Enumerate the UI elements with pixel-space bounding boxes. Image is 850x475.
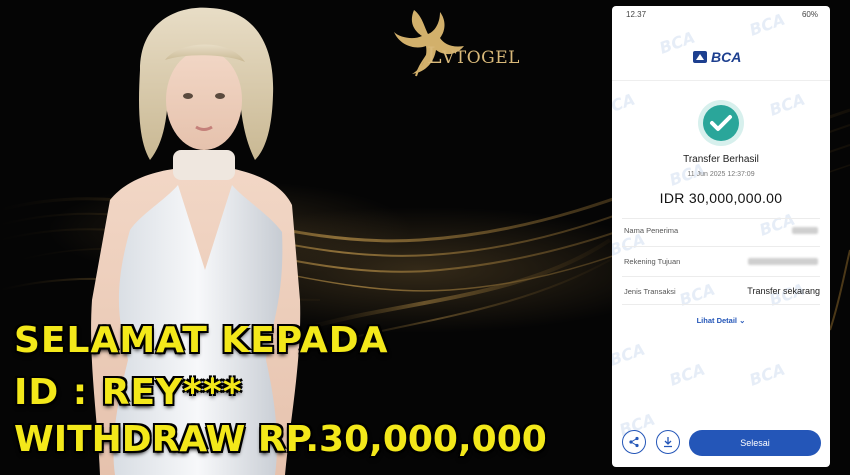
svg-text:BCA: BCA <box>612 89 638 119</box>
recipient-name-redacted <box>792 227 818 234</box>
status-time: 12.37 <box>626 10 647 19</box>
bank-name: BCA <box>711 49 742 65</box>
divider <box>622 304 820 305</box>
transfer-amount: IDR 30,000,000.00 <box>659 190 783 206</box>
download-button[interactable] <box>656 430 680 454</box>
bca-emblem-icon <box>693 51 707 63</box>
withdraw-amount-line: WITHDRAW RP.30,000,000 <box>14 419 547 460</box>
transaction-type-label: Jenis Transaksi <box>624 287 676 296</box>
share-button[interactable] <box>622 430 646 454</box>
chevron-down-icon: ⌄ <box>739 316 746 325</box>
svg-text:BCA: BCA <box>667 359 708 389</box>
transfer-status: Transfer Berhasil <box>683 154 759 165</box>
status-battery: 60% <box>801 10 818 19</box>
svg-text:BCA: BCA <box>677 279 718 309</box>
svg-text:BCA: BCA <box>657 27 698 57</box>
transfer-timestamp: 11 Jun 2025 12:37:09 <box>687 171 755 178</box>
view-detail-link[interactable]: Lihat Detail ⌄ <box>612 316 830 325</box>
congrats-line: SELAMAT KEPADA <box>14 320 389 361</box>
promo-banner: LVTOGEL SELAMAT KEPADA ID : REY*** WITHD… <box>0 0 850 475</box>
header-divider <box>612 80 830 81</box>
svg-text:BCA: BCA <box>767 89 808 119</box>
svg-text:BCA: BCA <box>757 209 798 239</box>
view-detail-label: Lihat Detail <box>696 316 738 325</box>
status-bar: 12.37 60% <box>612 6 830 22</box>
transfer-receipt-screenshot: BCA BCA BCA BCA BCA BCA BCA BCA BCA BCA … <box>612 6 830 467</box>
svg-text:BCA: BCA <box>612 339 648 369</box>
winner-id-line: ID : REY*** <box>14 372 243 413</box>
logo-initial: L <box>427 44 443 69</box>
bca-watermark-pattern: BCA BCA BCA BCA BCA BCA BCA BCA BCA BCA … <box>612 9 808 439</box>
bca-logo: BCA <box>693 49 741 65</box>
download-icon <box>664 437 672 448</box>
success-check-icon <box>697 99 745 152</box>
recipient-name-label: Nama Penerima <box>624 226 679 235</box>
divider <box>622 218 820 219</box>
svg-text:BCA: BCA <box>747 359 788 389</box>
done-button[interactable]: Selesai <box>689 430 821 456</box>
share-icon <box>629 436 639 448</box>
destination-account-redacted <box>748 258 818 265</box>
transaction-type-value: Transfer sekarang <box>747 286 820 296</box>
divider <box>622 246 820 247</box>
logo-rest: VTOGEL <box>442 48 520 68</box>
divider <box>622 276 820 277</box>
logo-wordmark: LVTOGEL <box>427 44 520 69</box>
destination-account-label: Rekening Tujuan <box>624 257 681 266</box>
